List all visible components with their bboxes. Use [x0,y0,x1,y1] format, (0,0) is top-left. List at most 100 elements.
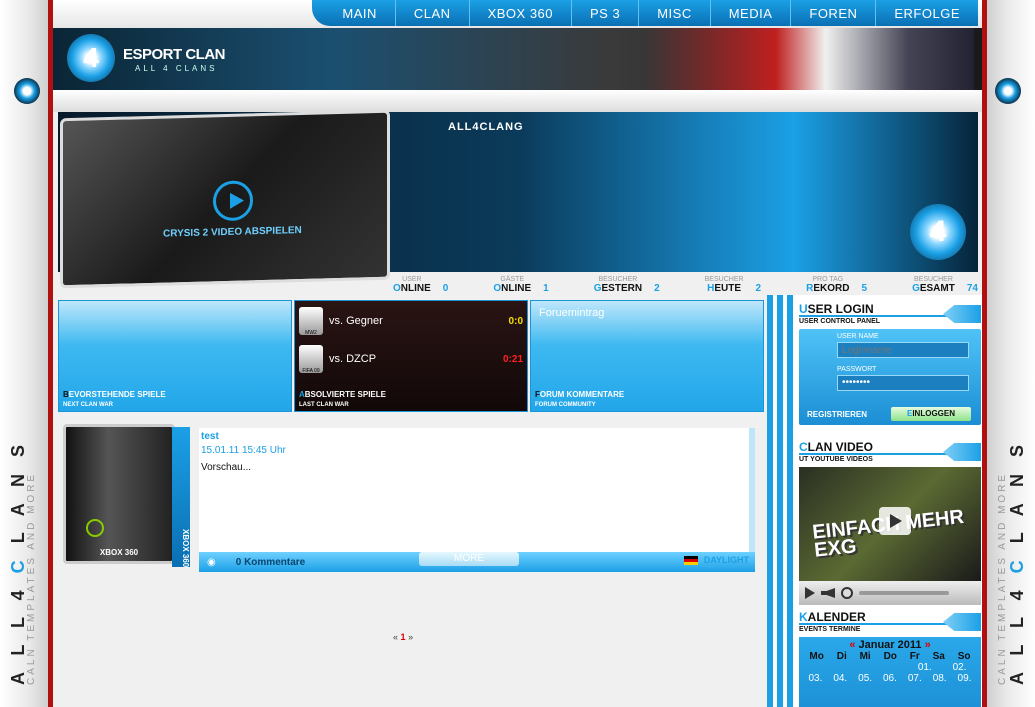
nav-misc[interactable]: MISC [638,0,710,26]
prev-month-button[interactable]: « [849,639,855,651]
next-month-button[interactable]: » [925,639,931,651]
weekday: Mo [809,651,824,662]
main-frame: MAIN CLAN XBOX 360 PS 3 MISC MEDIA FOREN… [48,0,987,707]
panel-title: FORUM KOMMENTARE [535,390,625,399]
left-sidebar-decoration: A L L 4 C L A N S CALN TEMPLATES AND MOR… [0,0,48,707]
stat-label: REKORD [806,283,850,294]
seek-knob[interactable] [841,587,853,599]
nav-clan[interactable]: CLAN [394,0,469,26]
username-label: USER NAME [837,333,879,340]
video-caption[interactable]: CRYSIS 2 VIDEO ABSPIELEN [163,225,302,240]
stat-guests-online: GÄSTE ONLINE 1 [493,274,548,294]
hero-banner: ALL4CLANG CRYSIS 2 VIDEO ABSPIELEN 4 [58,109,978,289]
weekday: Do [883,651,897,662]
username-input[interactable] [837,342,969,358]
author[interactable]: DAYLIGHT [683,555,749,566]
day-cell[interactable]: 08. [933,673,947,684]
header-strip [53,90,982,112]
nav-ps3[interactable]: PS 3 [571,0,638,26]
stat-value: 2 [755,283,762,294]
week-row: 03. 04. 05. 06. 07. 08. 09. [799,673,981,684]
stat-value: 1 [543,283,549,294]
nav-media[interactable]: MEDIA [709,0,791,26]
match-score: 0:0 [508,315,523,327]
day-cell[interactable]: 04. [833,673,847,684]
video-thumbnail[interactable]: EINFACH MEHR EXG [799,467,981,581]
prev-page[interactable]: « [393,632,398,642]
seek-bar[interactable] [859,591,949,595]
volume-icon[interactable] [821,588,835,598]
password-input[interactable]: •••••••• [837,375,969,391]
nav-xbox360[interactable]: XBOX 360 [468,0,571,26]
xbox-console-image: XBOX 360 XBOX 360 [63,424,190,567]
forum-comments-panel: Foruemintrag FORUM KOMMENTARE FORUM COMM… [530,300,764,412]
panel-title: ABSOLVIERTE SPIELE [299,390,386,399]
panel-subtitle: LAST CLAN WAR [299,402,349,408]
nav-main[interactable]: MAIN [324,0,395,26]
clan-video-box: CLAN VIDEO UT YOUTUBE VIDEOS EINFACH MEH… [799,439,981,605]
day-cell[interactable]: 03. [808,673,822,684]
clan-logo[interactable]: 4 [67,34,115,82]
play-button-icon[interactable] [805,587,815,599]
panel-subtitle: NEXT CLAN WAR [63,402,113,408]
side-tagline: CALN TEMPLATES AND MORE [26,471,37,685]
weekday: So [957,651,971,662]
nav-foren[interactable]: FOREN [790,0,875,26]
stat-label: ONLINE [493,283,532,294]
stat-label: ONLINE [393,283,431,294]
comments-link[interactable]: 0 Kommentare [236,557,305,568]
match-opponent[interactable]: vs. Gegner [329,315,509,327]
nav-erfolge[interactable]: ERFOLGE [875,0,978,26]
day-cell[interactable]: 01. [918,662,932,673]
article-date: 15.01.11 15:45 Uhr [201,445,286,456]
match-opponent[interactable]: vs. DZCP [329,353,503,365]
login-button[interactable]: EINLOGGEN [891,407,971,421]
stat-yesterday: BESUCHER GESTERN 2 [594,274,660,294]
ring-icon [995,78,1021,104]
right-sidebar-decoration: A L L 4 C L A N S CALN TEMPLATES AND MOR… [987,0,1035,707]
right-sidebar: USER LOGIN USER CONTROL PANEL USER NAME … [767,295,982,707]
stat-record: PRO TAG REKORD 5 [806,274,867,294]
next-page[interactable]: » [408,632,413,642]
side-brand-text: A L L 4 C L A N S [8,438,28,685]
forum-entry-link[interactable]: Foruemintrag [539,307,755,319]
crysis-video-card[interactable]: CRYSIS 2 VIDEO ABSPIELEN [60,109,390,289]
day-cell[interactable]: 05. [858,673,872,684]
upcoming-matches-panel[interactable]: BEVORSTEHENDE SPIELE NEXT CLAN WAR [58,300,292,412]
day-cell[interactable]: 07. [908,673,922,684]
more-button[interactable]: MORE [419,552,519,566]
match-row[interactable]: MW2 vs. Gegner 0:0 [299,303,523,339]
calendar-month: Januar 2011 [858,639,922,651]
stat-value: 74 [966,283,978,294]
day-cell[interactable]: 06. [883,673,897,684]
play-icon[interactable] [213,180,253,222]
visitor-stats: USER ONLINE 0 GÄSTE ONLINE 1 BESUCHER GESTERN… [393,274,978,294]
stat-total: BESUCHER GESAMT 74 [912,274,978,294]
current-page[interactable]: 1 [401,632,406,642]
match-row[interactable]: FIFA 09 vs. DZCP 0:21 [299,341,523,377]
finished-matches-panel: MW2 vs. Gegner 0:0 FIFA 09 vs. DZCP 0:21… [294,300,528,412]
pagination: « 1 » [393,632,413,642]
day-cell[interactable]: 09. [958,673,972,684]
article-title[interactable]: test [201,431,747,442]
ring-icon [14,78,40,104]
side-brand-text: A L L 4 C L A N S [1007,438,1027,685]
logo-title: ESPORT CLAN [123,46,226,63]
day-cell[interactable]: 02. [953,662,967,673]
register-link[interactable]: REGISTRIEREN [807,410,867,419]
logo-subtitle: ALL 4 CLANS [135,64,218,73]
stat-value: 0 [442,283,449,294]
author-name[interactable]: DAYLIGHT [704,555,749,565]
banner-logo: 4 [910,204,966,260]
news-article: XBOX 360 XBOX 360 test 15.01.11 15:45 Uh… [63,424,763,574]
login-box: USER LOGIN USER CONTROL PANEL USER NAME … [799,301,981,425]
stat-today: BESUCHER HEUTE 2 [705,274,761,294]
weekday: Mi [859,651,871,662]
panel-subtitle: FORUM COMMUNITY [535,402,596,408]
platform-tab: XBOX 360 [172,427,190,567]
video-play-icon[interactable] [879,507,911,535]
console-label: XBOX 360 [99,548,139,557]
game-icon: FIFA 09 [299,345,323,374]
panel-title: BEVORSTEHENDE SPIELE [63,390,166,399]
top-nav: MAIN CLAN XBOX 360 PS 3 MISC MEDIA FOREN… [53,0,982,28]
